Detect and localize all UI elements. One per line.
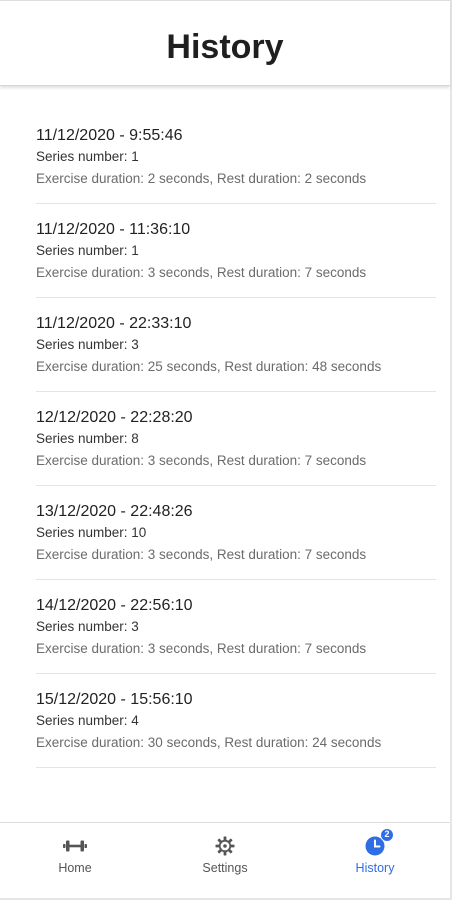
entry-durations: Exercise duration: 3 seconds, Rest durat…	[36, 453, 367, 468]
history-screen: History 11/12/2020 - 9:55:46 Series numb…	[0, 0, 452, 900]
entry-series: Series number: 10	[36, 525, 147, 540]
list-item[interactable]: 12/12/2020 - 22:28:20 Series number: 8 E…	[36, 392, 436, 486]
entry-durations: Exercise duration: 2 seconds, Rest durat…	[36, 171, 367, 186]
tab-label: History	[355, 861, 395, 875]
gear-icon	[213, 835, 237, 857]
notification-badge: 2	[380, 828, 394, 842]
entry-durations: Exercise duration: 3 seconds, Rest durat…	[36, 547, 367, 562]
entry-durations: Exercise duration: 3 seconds, Rest durat…	[36, 641, 367, 656]
bottom-tab-bar: Home Settings 2 History	[0, 822, 450, 898]
list-item[interactable]: 11/12/2020 - 22:33:10 Series number: 3 E…	[36, 298, 436, 392]
list-item[interactable]: 15/12/2020 - 15:56:10 Series number: 4 E…	[36, 674, 436, 768]
tab-label: Settings	[202, 861, 248, 875]
entry-series: Series number: 1	[36, 149, 139, 164]
list-item[interactable]: 11/12/2020 - 9:55:46 Series number: 1 Ex…	[36, 110, 436, 204]
app-header: History	[0, 0, 450, 86]
entry-date: 14/12/2020 - 22:56:10	[36, 597, 193, 614]
list-item[interactable]: 14/12/2020 - 22:56:10 Series number: 3 E…	[36, 580, 436, 674]
tab-history[interactable]: 2 History	[300, 823, 450, 898]
entry-durations: Exercise duration: 3 seconds, Rest durat…	[36, 265, 367, 280]
list-item[interactable]: 11/12/2020 - 11:36:10 Series number: 1 E…	[36, 204, 436, 298]
list-item[interactable]: 13/12/2020 - 22:48:26 Series number: 10 …	[36, 486, 436, 580]
history-list[interactable]: 11/12/2020 - 9:55:46 Series number: 1 Ex…	[36, 110, 436, 768]
page-title: History	[166, 27, 284, 66]
entry-date: 11/12/2020 - 9:55:46	[36, 127, 183, 144]
dumbbell-icon	[63, 835, 87, 857]
entry-date: 15/12/2020 - 15:56:10	[36, 691, 193, 708]
tab-home[interactable]: Home	[0, 823, 150, 898]
entry-series: Series number: 1	[36, 243, 139, 258]
entry-durations: Exercise duration: 25 seconds, Rest dura…	[36, 359, 382, 374]
entry-series: Series number: 3	[36, 619, 139, 634]
entry-series: Series number: 3	[36, 337, 139, 352]
entry-date: 11/12/2020 - 22:33:10	[36, 315, 192, 332]
entry-date: 13/12/2020 - 22:48:26	[36, 503, 193, 520]
tab-label: Home	[58, 861, 92, 875]
tab-settings[interactable]: Settings	[150, 823, 300, 898]
clock-icon: 2	[363, 828, 394, 857]
entry-date: 12/12/2020 - 22:28:20	[36, 409, 193, 426]
entry-series: Series number: 8	[36, 431, 139, 446]
entry-durations: Exercise duration: 30 seconds, Rest dura…	[36, 735, 382, 750]
entry-series: Series number: 4	[36, 713, 139, 728]
entry-date: 11/12/2020 - 11:36:10	[36, 221, 191, 238]
